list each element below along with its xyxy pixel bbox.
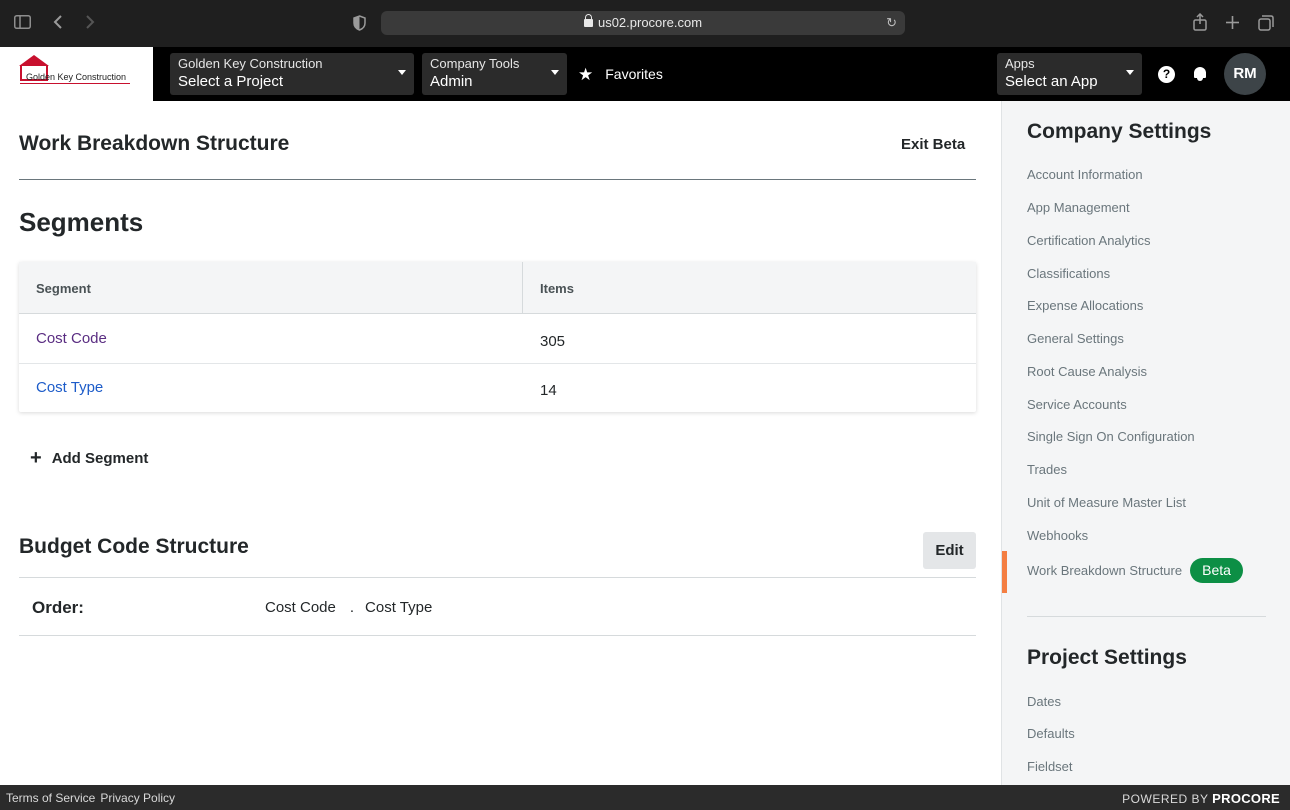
beta-badge: Beta — [1190, 558, 1243, 583]
procore-brand: PROCORE — [1212, 791, 1280, 806]
segment-link-cost-code[interactable]: Cost Code — [36, 330, 107, 347]
privacy-policy-link[interactable]: Privacy Policy — [100, 791, 175, 805]
project-selector-value: Select a Project — [178, 73, 284, 90]
browser-toolbar: us02.procore.com ↻ — [0, 0, 1290, 47]
powered-by-text: POWERED BY — [1122, 792, 1209, 806]
sidebar-item-certification-analytics[interactable]: Certification Analytics — [1027, 233, 1151, 248]
sidebar-item-classifications[interactable]: Classifications — [1027, 266, 1110, 281]
url-text: us02.procore.com — [597, 15, 703, 30]
edit-button[interactable]: Edit — [923, 532, 976, 569]
sidebar-item-dates[interactable]: Dates — [1027, 694, 1061, 709]
sidebar-item-defaults[interactable]: Defaults — [1027, 726, 1075, 741]
segment-item-count: 14 — [540, 382, 557, 399]
sidebar-item-service-accounts[interactable]: Service Accounts — [1027, 397, 1127, 412]
apps-selector[interactable]: Apps Select an App — [997, 53, 1142, 95]
sidebar-item-fieldset[interactable]: Fieldset — [1027, 759, 1073, 774]
order-separator: . — [349, 599, 355, 616]
plus-icon: + — [30, 447, 42, 469]
tabs-overview-icon[interactable] — [1258, 15, 1274, 34]
project-settings-heading: Project Settings — [1027, 646, 1187, 669]
privacy-shield-icon[interactable] — [353, 15, 366, 34]
divider — [1027, 616, 1266, 617]
sidebar-item-expense-allocations[interactable]: Expense Allocations — [1027, 298, 1143, 313]
sidebar-item-trades[interactable]: Trades — [1027, 462, 1067, 477]
logo-text: Golden Key Construction — [26, 72, 127, 82]
exit-beta-button[interactable]: Exit Beta — [901, 136, 965, 153]
sidebar-item-app-management[interactable]: App Management — [1027, 200, 1130, 215]
address-bar[interactable]: us02.procore.com ↻ — [381, 11, 905, 35]
apps-selector-label: Apps — [1005, 56, 1035, 71]
page-title: Work Breakdown Structure — [19, 132, 290, 155]
table-header: Segment Items — [19, 262, 976, 314]
segment-link-cost-type[interactable]: Cost Type — [36, 379, 103, 396]
star-icon: ★ — [578, 65, 594, 84]
column-header-items: Items — [540, 281, 574, 296]
table-row: Cost Code 305 — [19, 315, 976, 364]
sidebar-toggle-icon[interactable] — [14, 15, 31, 32]
powered-by-procore: POWERED BY PROCORE — [1122, 791, 1280, 806]
apps-selector-value: Select an App — [1005, 73, 1098, 90]
new-tab-icon[interactable] — [1225, 15, 1240, 33]
terms-of-service-link[interactable]: Terms of Service — [6, 791, 95, 805]
notifications-bell-icon[interactable] — [1192, 66, 1208, 82]
column-header-segment: Segment — [36, 281, 91, 296]
caret-down-icon — [398, 70, 406, 75]
project-selector[interactable]: Golden Key Construction Select a Project — [170, 53, 414, 95]
forward-icon[interactable] — [85, 14, 95, 33]
company-settings-heading: Company Settings — [1027, 120, 1212, 143]
add-segment-button[interactable]: + Add Segment — [30, 446, 148, 469]
app-header: Golden Key Construction Golden Key Const… — [0, 47, 1290, 101]
share-icon[interactable] — [1193, 12, 1207, 34]
tools-selector-label: Company Tools — [430, 56, 520, 71]
main-content: Work Breakdown Structure Exit Beta Segme… — [0, 101, 1001, 785]
segments-table: Segment Items Cost Code 305 Cost Type 14 — [19, 262, 976, 412]
budget-code-structure-heading: Budget Code Structure — [19, 535, 249, 558]
segments-heading: Segments — [19, 207, 144, 237]
segment-item-count: 305 — [540, 333, 566, 350]
help-icon[interactable]: ? — [1158, 66, 1175, 83]
add-segment-label: Add Segment — [51, 450, 149, 467]
active-item-indicator — [1002, 551, 1007, 593]
reload-icon[interactable]: ↻ — [886, 11, 897, 35]
tools-selector-value: Admin — [430, 73, 473, 90]
favorites-button[interactable]: ★ Favorites — [578, 64, 663, 84]
sidebar-item-unit-of-measure[interactable]: Unit of Measure Master List — [1027, 495, 1186, 510]
tools-selector[interactable]: Company Tools Admin — [422, 53, 567, 95]
favorites-label: Favorites — [605, 66, 663, 82]
sidebar-item-account-information[interactable]: Account Information — [1027, 167, 1143, 182]
order-part-cost-type: Cost Type — [365, 599, 433, 616]
sidebar-item-general-settings[interactable]: General Settings — [1027, 331, 1124, 346]
divider — [19, 179, 976, 180]
sidebar-item-webhooks[interactable]: Webhooks — [1027, 528, 1088, 543]
company-logo[interactable]: Golden Key Construction — [0, 47, 153, 101]
order-label: Order: — [32, 598, 84, 617]
divider — [19, 635, 976, 636]
back-icon[interactable] — [53, 14, 63, 33]
footer: Terms of Service Privacy Policy POWERED B… — [0, 785, 1290, 810]
divider — [19, 577, 976, 578]
sidebar-item-work-breakdown-structure[interactable]: Work Breakdown Structure Beta — [1027, 558, 1243, 584]
order-value: Cost Code. Cost Type — [265, 599, 432, 616]
settings-sidebar: Company Settings Account Information App… — [1001, 101, 1290, 785]
sidebar-item-single-sign-on[interactable]: Single Sign On Configuration — [1027, 429, 1195, 444]
sidebar-item-label: Work Breakdown Structure — [1027, 562, 1183, 578]
sidebar-item-root-cause-analysis[interactable]: Root Cause Analysis — [1027, 364, 1147, 379]
order-part-cost-code: Cost Code — [265, 599, 336, 616]
table-row: Cost Type 14 — [19, 364, 976, 413]
caret-down-icon — [551, 70, 559, 75]
lock-icon — [583, 14, 593, 27]
project-selector-company: Golden Key Construction — [178, 56, 323, 71]
caret-down-icon — [1126, 70, 1134, 75]
user-avatar[interactable]: RM — [1224, 53, 1266, 95]
